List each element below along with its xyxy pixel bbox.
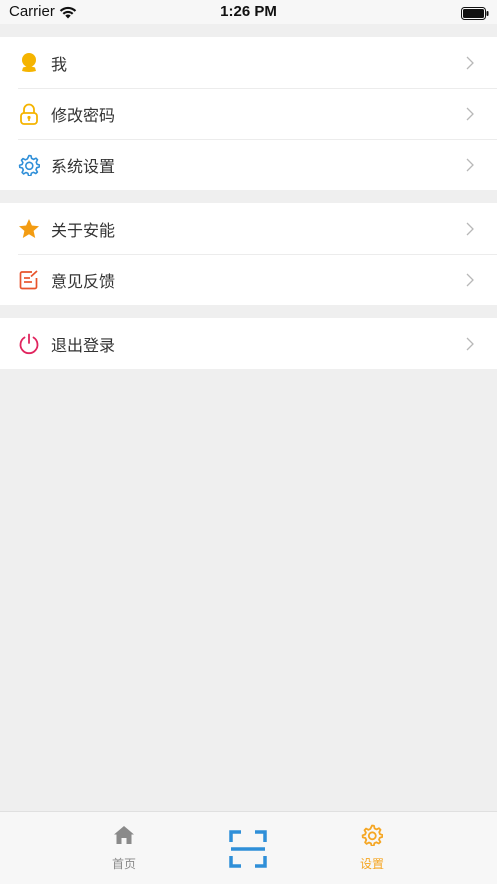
status-time: 1:26 PM <box>220 3 277 20</box>
chevron-right-icon <box>466 222 474 235</box>
gear-icon <box>18 154 40 176</box>
menu-item-feedback[interactable]: 意见反馈 <box>0 254 497 305</box>
tab-scan[interactable] <box>188 812 308 884</box>
menu-item-logout[interactable]: 退出登录 <box>0 318 497 369</box>
chevron-right-icon <box>466 158 474 171</box>
menu-item-label: 修改密码 <box>51 105 116 125</box>
tab-settings-label: 设置 <box>359 857 384 871</box>
scan-icon <box>229 830 267 872</box>
menu-item-label: 我 <box>51 54 68 74</box>
menu-group-account: 我 修改密码 系统设置 <box>0 37 497 190</box>
menu-item-me[interactable]: 我 <box>0 37 497 88</box>
chevron-right-icon <box>466 273 474 286</box>
menu-item-change-password[interactable]: 修改密码 <box>0 88 497 139</box>
status-bar: Carrier 1:26 PM <box>0 0 497 24</box>
gear-icon <box>361 824 384 850</box>
menu-item-system-settings[interactable]: 系统设置 <box>0 139 497 190</box>
menu-item-about[interactable]: 关于安能 <box>0 203 497 254</box>
home-icon <box>113 825 135 849</box>
tab-bar: 首页 设置 <box>0 811 497 884</box>
battery-icon <box>461 5 489 24</box>
user-icon <box>18 52 40 74</box>
feedback-icon <box>18 269 40 291</box>
star-icon <box>18 218 40 240</box>
menu-item-label: 意见反馈 <box>51 271 116 291</box>
menu-group-logout: 退出登录 <box>0 318 497 369</box>
tab-home-label: 首页 <box>111 857 136 871</box>
menu-group-info: 关于安能 意见反馈 <box>0 203 497 305</box>
lock-icon <box>18 103 40 125</box>
power-icon <box>18 333 40 355</box>
chevron-right-icon <box>466 337 474 350</box>
menu-item-label: 退出登录 <box>51 335 116 355</box>
menu-item-label: 系统设置 <box>51 156 116 176</box>
tab-home[interactable]: 首页 <box>64 812 184 884</box>
chevron-right-icon <box>466 107 474 120</box>
tab-settings[interactable]: 设置 <box>312 812 432 884</box>
menu-item-label: 关于安能 <box>51 220 116 240</box>
chevron-right-icon <box>466 56 474 69</box>
